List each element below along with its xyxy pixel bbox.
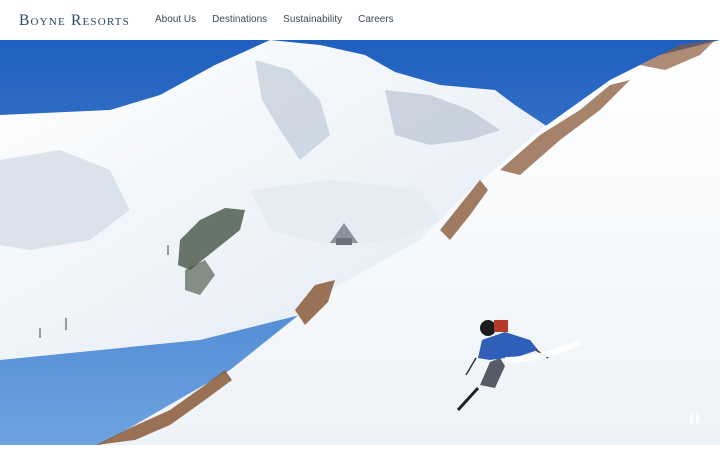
brand-logo[interactable]: Boyne Resorts: [19, 12, 130, 30]
nav-item-about-us[interactable]: About Us: [155, 14, 196, 25]
pause-icon: [690, 413, 693, 423]
nav-item-careers[interactable]: Careers: [358, 14, 394, 25]
skier-helmet: [480, 320, 496, 336]
nav-item-destinations[interactable]: Destinations: [212, 14, 267, 25]
hero-image: [0, 40, 720, 445]
pause-button[interactable]: [688, 412, 702, 426]
site-header: Boyne Resorts About Us Destinations Sust…: [0, 0, 720, 40]
main-nav: About Us Destinations Sustainability Car…: [155, 14, 394, 25]
bottom-strip: [0, 445, 720, 450]
hero-illustration: [0, 40, 720, 445]
skier-backpack: [494, 320, 508, 332]
pause-icon-bar: [696, 413, 699, 423]
nav-item-sustainability[interactable]: Sustainability: [283, 14, 342, 25]
